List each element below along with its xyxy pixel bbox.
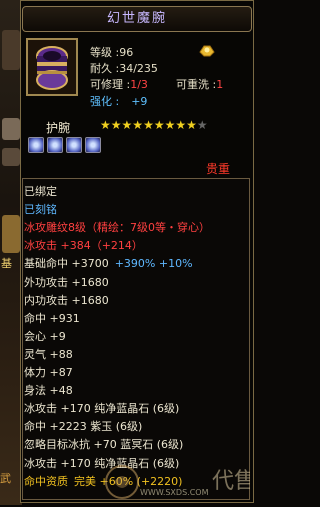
gem-socket-icon[interactable] (85, 137, 101, 153)
star-rating: ★★★★★★★★★★ (100, 118, 208, 132)
attribute-line: 命中 +931 (24, 310, 80, 326)
background-button (2, 215, 20, 253)
attribute-line: 内功攻击 +1680 (24, 292, 109, 308)
attribute-text: 灵气 +88 (24, 347, 73, 361)
value-badge: 贵重 (206, 162, 231, 176)
star-filled-icon: ★ (164, 118, 176, 132)
item-enhance: 强化 : +9 (90, 93, 147, 109)
item-durability: 耐久 :34/235 (90, 62, 158, 75)
star-filled-icon: ★ (175, 118, 187, 132)
star-filled-icon: ★ (132, 118, 144, 132)
background-label-bottom: 武 (0, 472, 11, 485)
repairable-label: 可修理 : (90, 78, 131, 91)
attribute-text: 命中资质 (24, 474, 68, 488)
slot-type-label: 护腕 (46, 121, 71, 135)
star-filled-icon: ★ (153, 118, 165, 132)
star-filled-icon: ★ (121, 118, 133, 132)
background-icon (2, 118, 20, 140)
attribute-text: 外功攻击 +1680 (24, 275, 109, 289)
gem-socket-icon[interactable] (66, 137, 82, 153)
attribute-line: 外功攻击 +1680 (24, 274, 109, 290)
star-filled-icon: ★ (100, 118, 111, 132)
watermark-url: WWW.SXDS.COM (140, 488, 209, 497)
attribute-line: 命中资质 完美 +60% (+2220) (24, 473, 182, 489)
background-label: 基 (1, 257, 12, 270)
attribute-text: 命中 +2223 紫玉 (6级) (24, 420, 143, 434)
attribute-text: 基础命中 +3700 (24, 257, 109, 271)
repairable-value: 1/3 (130, 78, 148, 91)
star-filled-icon: ★ (110, 118, 122, 132)
attribute-text: 已刻铭 (24, 203, 57, 217)
attribute-line: 冰攻击 +170 纯净蓝晶石 (6级) (24, 400, 179, 416)
rewash-label: 可重洗 : (176, 78, 217, 91)
attribute-text: 冰攻雕纹8级（精绘：7级0等・穿心） (24, 221, 210, 235)
attribute-line: 已刻铭 (24, 201, 57, 217)
attribute-text: 会心 +9 (24, 329, 66, 343)
attribute-text: 内功攻击 +1680 (24, 293, 109, 307)
attribute-line: 灵气 +88 (24, 346, 73, 362)
attribute-line: 会心 +9 (24, 328, 66, 344)
gem-sockets (28, 137, 101, 153)
attribute-line: 身法 +48 (24, 382, 73, 398)
attribute-text: 忽略目标冰抗 +70 蓝冥石 (6级) (24, 438, 184, 452)
attribute-line: 冰攻雕纹8级（精绘：7级0等・穿心） (24, 219, 210, 235)
star-filled-icon: ★ (143, 118, 154, 132)
attribute-text: 冰攻击 +170 纯净蓝晶石 (6级) (24, 456, 180, 470)
enhance-value: +9 (131, 95, 148, 108)
attribute-line: 已绑定 (24, 183, 57, 199)
attribute-bonus: +390% +10% (114, 257, 193, 271)
attribute-line: 命中 +2223 紫玉 (6级) (24, 418, 142, 434)
attribute-line: 忽略目标冰抗 +70 蓝冥石 (6级) (24, 436, 183, 452)
attribute-text: 命中 +931 (24, 311, 80, 325)
gold-ingot-icon (198, 40, 216, 58)
item-rewash: 可重洗 :1 (176, 76, 223, 92)
attribute-bonus: 完美 +60% (+2220) (74, 474, 183, 488)
attribute-text: 身法 +48 (24, 384, 73, 398)
attribute-line: 基础命中 +3700 +390% +10% (24, 255, 193, 271)
attribute-text: 已绑定 (24, 185, 57, 198)
item-level: 等级 :96 (90, 46, 134, 59)
attribute-text: 冰攻击 +384（+214） (24, 239, 143, 253)
attribute-text: 冰攻击 +170 纯净蓝晶石 (6级) (24, 402, 180, 416)
attribute-line: 冰攻击 +384（+214） (24, 237, 143, 253)
background-portrait (2, 30, 20, 70)
gem-socket-icon[interactable] (47, 137, 63, 153)
background-icon (2, 148, 20, 166)
star-empty-icon: ★ (196, 118, 208, 132)
rewash-value: 1 (216, 78, 224, 91)
attribute-text: 体力 +87 (24, 366, 73, 379)
attribute-line: 体力 +87 (24, 364, 73, 380)
background-game-ui-strip: 基 武 (0, 0, 22, 505)
bracer-item-icon (26, 38, 78, 96)
item-repairable: 可修理 :1/3 (90, 76, 148, 92)
gem-socket-icon[interactable] (28, 137, 44, 153)
attribute-line: 冰攻击 +170 纯净蓝晶石 (6级) (24, 455, 179, 471)
star-filled-icon: ★ (186, 118, 197, 132)
enhance-label: 强化 : (90, 95, 120, 108)
item-name-title: 幻世魔腕 (22, 6, 252, 32)
